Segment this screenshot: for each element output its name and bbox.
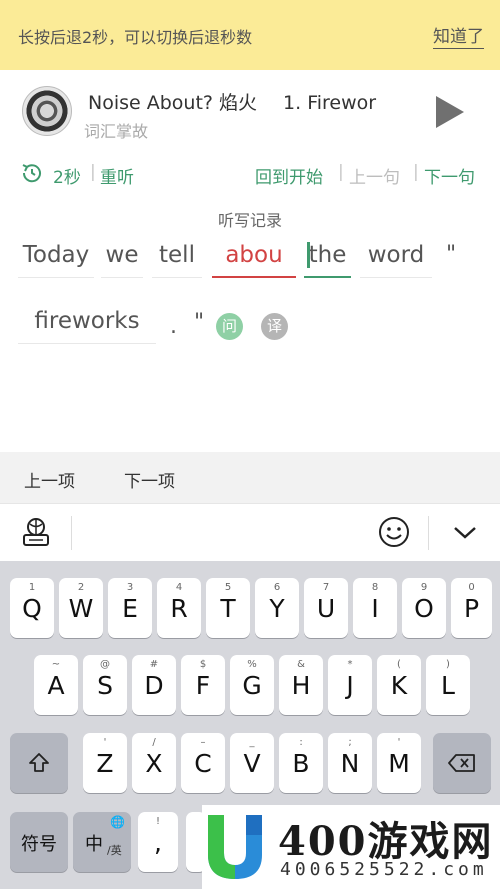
- key-c[interactable]: – C: [181, 733, 225, 793]
- key-o[interactable]: 9O: [402, 578, 446, 638]
- tip-text: 长按后退2秒，可以切换后退秒数: [18, 28, 253, 47]
- key-k[interactable]: (K: [377, 655, 421, 715]
- key-r[interactable]: 4R: [157, 578, 201, 638]
- keyboard-settings-icon[interactable]: [21, 517, 51, 547]
- key-e[interactable]: 3E: [108, 578, 152, 638]
- word-input[interactable]: Today: [18, 238, 94, 278]
- record-label: 听写记录: [217, 211, 282, 230]
- rewind-seconds[interactable]: 2秒: [53, 163, 81, 188]
- backspace-key[interactable]: [433, 733, 491, 793]
- key-s[interactable]: @ S: [83, 655, 127, 715]
- backspace-icon: [448, 754, 475, 772]
- key-d[interactable]: # D: [132, 655, 176, 715]
- divider: |: [413, 162, 419, 182]
- word-input[interactable]: we: [101, 238, 143, 278]
- key-g[interactable]: % G: [230, 655, 274, 715]
- dismiss-tip-button[interactable]: 知道了: [433, 22, 484, 49]
- prev-item-button[interactable]: 上一项: [24, 467, 75, 492]
- key-n[interactable]: ; N: [328, 733, 372, 793]
- period-mark: .: [170, 314, 177, 339]
- shift-icon: [29, 753, 49, 772]
- word-input[interactable]: fireworks: [18, 304, 156, 344]
- word-input-active[interactable]: the: [304, 238, 351, 278]
- album-cover: [22, 86, 72, 136]
- rewind-icon[interactable]: [20, 161, 44, 185]
- word-text: the: [308, 242, 347, 268]
- language-key[interactable]: 🌐 中 /英: [73, 812, 131, 872]
- emoji-icon[interactable]: [378, 516, 410, 548]
- key-q[interactable]: 1Q: [10, 578, 54, 638]
- text-caret: [307, 242, 310, 268]
- divider: |: [338, 162, 344, 182]
- brand-logo: [208, 815, 262, 879]
- key-b[interactable]: :B: [279, 733, 323, 793]
- shift-key[interactable]: [10, 733, 68, 793]
- key-p[interactable]: 0P: [451, 578, 492, 638]
- key-t[interactable]: 5T: [206, 578, 250, 638]
- ask-badge[interactable]: 问: [216, 313, 243, 340]
- next-item-button[interactable]: 下一项: [124, 467, 175, 492]
- divider: [428, 516, 429, 550]
- track-title: Noise About? 焰火 1. Firewor: [88, 88, 400, 115]
- symbols-key[interactable]: 符号: [10, 812, 68, 872]
- key-m[interactable]: ' M: [377, 733, 421, 793]
- key-w[interactable]: 2W: [59, 578, 103, 638]
- track-subtitle: 词汇掌故: [84, 122, 149, 141]
- divider: |: [90, 162, 96, 182]
- tip-bar: 长按后退2秒，可以切换后退秒数 知道了: [0, 0, 500, 70]
- track-name: Noise About? 焰火: [88, 92, 258, 114]
- word-input[interactable]: word: [360, 238, 432, 278]
- key-z[interactable]: ' Z: [83, 733, 127, 793]
- key-a[interactable]: ~ A: [34, 655, 78, 715]
- keyboard-toolbar: [0, 503, 500, 561]
- key-x[interactable]: / X: [132, 733, 176, 793]
- chevron-down-icon[interactable]: [452, 525, 478, 541]
- watermark: 400游戏网 4006525522.com: [202, 805, 500, 889]
- word-input-error[interactable]: abou: [212, 238, 296, 278]
- key-h[interactable]: & H: [279, 655, 323, 715]
- player-header: Noise About? 焰火 1. Firewor 词汇掌故: [0, 70, 500, 150]
- key-f[interactable]: $ F: [181, 655, 225, 715]
- comma-key[interactable]: !,: [138, 812, 178, 872]
- quote-mark: ": [446, 242, 457, 267]
- globe-icon: 🌐: [110, 815, 125, 829]
- key-j[interactable]: * J: [328, 655, 372, 715]
- prev-sentence-button[interactable]: 上一句: [349, 163, 400, 188]
- quote-mark: ": [194, 310, 205, 335]
- play-icon[interactable]: [436, 96, 464, 128]
- relisten-button[interactable]: 重听: [100, 163, 134, 188]
- episode-name: 1. Firewor: [283, 92, 377, 114]
- to-start-button[interactable]: 回到开始: [255, 163, 323, 188]
- key-y[interactable]: 6Y: [255, 578, 299, 638]
- key-u[interactable]: 7U: [304, 578, 348, 638]
- divider: [71, 516, 72, 550]
- key-i[interactable]: 8I: [353, 578, 397, 638]
- key-l[interactable]: ) L: [426, 655, 470, 715]
- word-input[interactable]: tell: [152, 238, 202, 278]
- translate-badge[interactable]: 译: [261, 313, 288, 340]
- watermark-phone: 4006525522.com: [280, 859, 488, 880]
- key-v[interactable]: _ V: [230, 733, 274, 793]
- next-sentence-button[interactable]: 下一句: [424, 163, 475, 188]
- item-nav-bar: 上一项 下一项: [0, 452, 500, 503]
